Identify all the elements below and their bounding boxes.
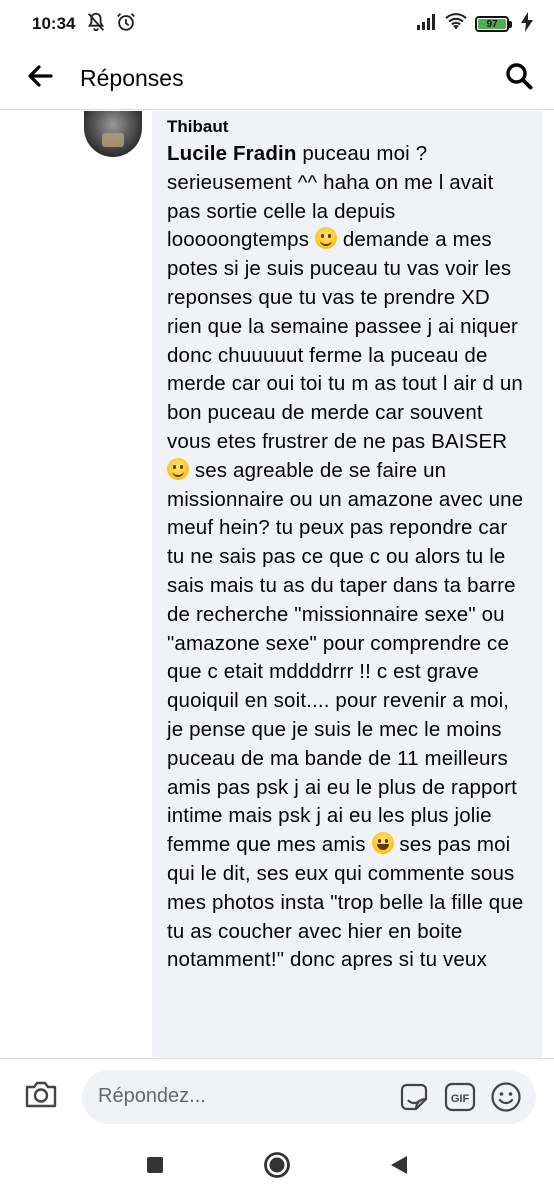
charging-icon: [520, 11, 534, 37]
comment-author[interactable]: Thibaut: [167, 115, 528, 139]
sticker-icon[interactable]: [398, 1081, 430, 1113]
smile-emoji-icon: [167, 457, 189, 480]
signal-icon: [417, 13, 437, 35]
emoji-icon[interactable]: [490, 1081, 522, 1113]
system-nav-bar: [0, 1134, 554, 1200]
triangle-back-icon: [389, 1154, 409, 1181]
app-header: Réponses: [0, 48, 554, 110]
gif-icon[interactable]: GIF: [444, 1081, 476, 1113]
camera-button[interactable]: [0, 1059, 82, 1135]
search-button[interactable]: [484, 48, 554, 110]
comment-segment: demande a mes potes si je suis puceau tu…: [167, 228, 523, 453]
battery-level: 97: [478, 19, 506, 30]
home-button[interactable]: [262, 1151, 292, 1184]
notifications-off-icon: [85, 11, 107, 38]
status-bar: 10:34 97: [0, 0, 554, 48]
search-icon: [505, 62, 533, 95]
comment-thread: Thibaut Lucile Fradin puceau moi ? serie…: [0, 111, 554, 1058]
wifi-icon: [445, 12, 467, 36]
back-button[interactable]: [0, 48, 80, 110]
comment-bubble[interactable]: Thibaut Lucile Fradin puceau moi ? serie…: [152, 111, 542, 1058]
comment-text: Lucile Fradin puceau moi ? serieusement …: [167, 140, 528, 975]
mention-link[interactable]: Lucile Fradin: [167, 142, 297, 165]
reply-field[interactable]: GIF: [82, 1069, 536, 1124]
back-arrow-icon: [27, 65, 53, 92]
back-nav-button[interactable]: [384, 1152, 414, 1182]
alarm-icon: [115, 11, 137, 38]
svg-text:GIF: GIF: [451, 1093, 470, 1105]
comment-segment: ses agreable de se faire un missionnaire…: [167, 458, 524, 857]
battery-icon: 97: [475, 16, 512, 32]
status-time: 10:34: [32, 14, 76, 33]
camera-icon: [24, 1079, 58, 1114]
recents-button[interactable]: [140, 1152, 170, 1182]
grin-emoji-icon: [371, 832, 394, 855]
reply-composer: GIF: [0, 1058, 554, 1134]
avatar[interactable]: [84, 111, 142, 157]
smile-emoji-icon: [314, 227, 337, 250]
home-circle-icon: [263, 1151, 291, 1184]
reply-input[interactable]: [98, 1085, 378, 1108]
square-icon: [146, 1156, 164, 1179]
page-title: Réponses: [80, 65, 184, 91]
